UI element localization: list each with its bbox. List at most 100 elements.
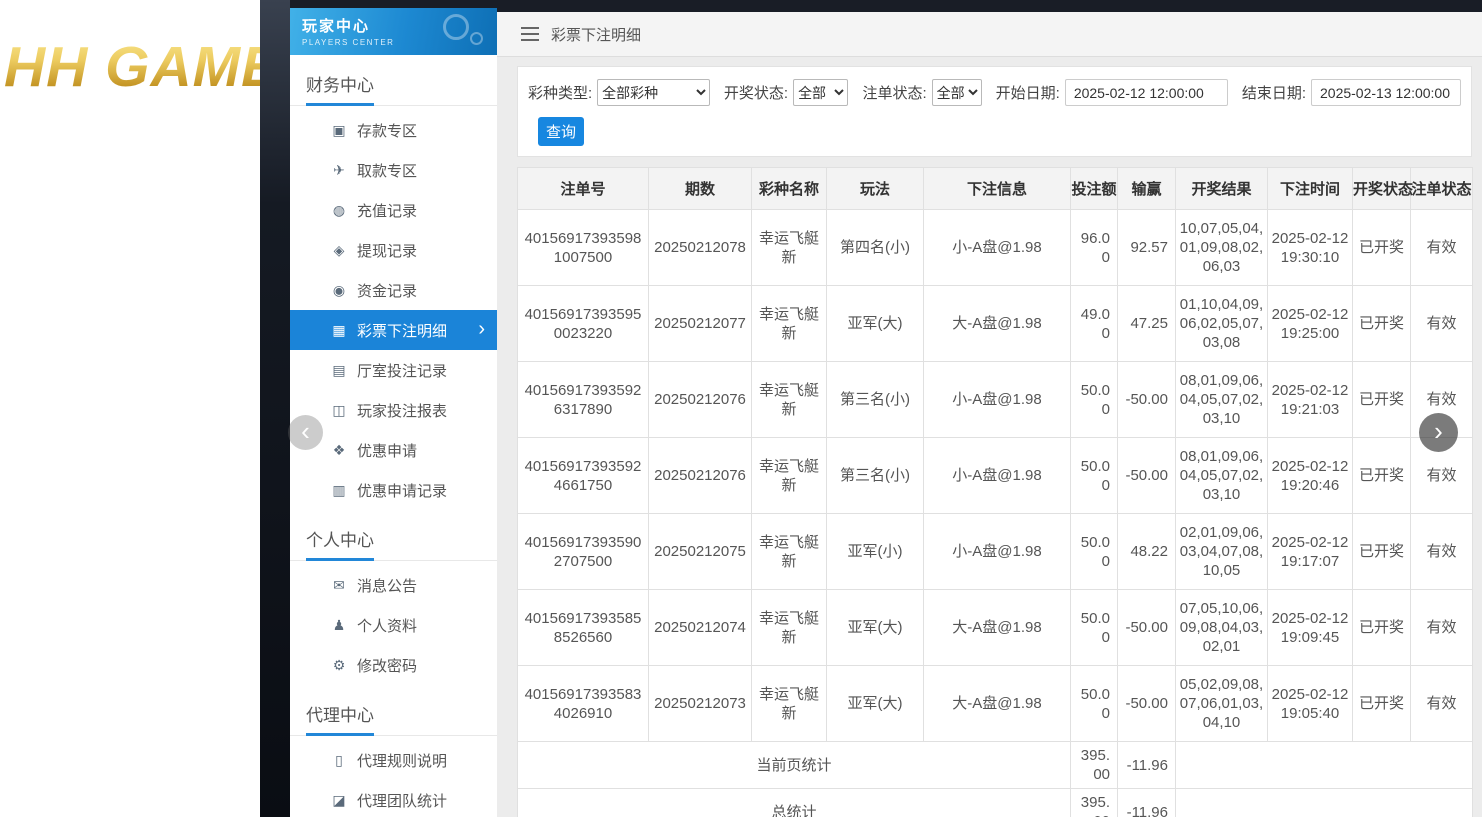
agent-rules-icon: ▯ <box>330 752 348 769</box>
page-summary-label: 当前页统计 <box>518 742 1071 789</box>
page-summary-empty <box>1176 742 1473 789</box>
table-cell: 2025-02-12 19:21:03 <box>1268 362 1353 438</box>
table-cell: 亚军(大) <box>827 590 924 666</box>
table-cell: 92.57 <box>1118 210 1176 286</box>
order-status-select[interactable]: 全部 <box>932 79 982 106</box>
column-header: 注单号 <box>518 168 649 210</box>
table-cell: 20250212076 <box>649 438 752 514</box>
start-date-input[interactable] <box>1065 79 1228 106</box>
column-header: 开奖状态 <box>1353 168 1411 210</box>
table-cell: 有效 <box>1411 514 1473 590</box>
sidebar-item-agent-rules[interactable]: ▯代理规则说明 <box>290 740 497 780</box>
brand-logo: HH GAME <box>4 34 260 100</box>
sidebar-item-label: 彩票下注明细 <box>357 320 447 341</box>
deposit-icon: ▣ <box>330 122 348 139</box>
chevron-right-icon: › <box>1434 418 1443 444</box>
sidebar-item-recharge-records[interactable]: ◍ 充值记录 <box>290 190 497 230</box>
content-area: 彩种类型: 全部彩种 开奖状态: 全部 注单状态: 全部 开始日期: <box>497 57 1482 817</box>
table-cell: 幸运飞艇新 <box>752 514 827 590</box>
total-summary-empty <box>1176 789 1473 817</box>
table-cell: 401569173935858526560 <box>518 590 649 666</box>
bubble-decoration-icon <box>470 32 483 45</box>
sidebar-item-promo-apply-records[interactable]: ▥优惠申请记录 <box>290 470 497 510</box>
sidebar-item-label: 充值记录 <box>357 200 417 221</box>
table-cell: 已开奖 <box>1353 514 1411 590</box>
table-cell: 幸运飞艇新 <box>752 286 827 362</box>
order-status-label: 注单状态: <box>862 82 926 103</box>
lottery-bet-details-icon: ▦ <box>330 322 348 339</box>
filter-row: 彩种类型: 全部彩种 开奖状态: 全部 注单状态: 全部 开始日期: <box>528 79 1461 106</box>
sidebar-item-hall-bet-records[interactable]: ▤厅室投注记录 <box>290 350 497 390</box>
table-cell: 已开奖 <box>1353 666 1411 742</box>
topbar: 彩票下注明细 <box>497 12 1482 57</box>
sidebar-item-deposit[interactable]: ▣ 存款专区 <box>290 110 497 150</box>
table-cell: 50.00 <box>1071 362 1118 438</box>
table-cell: 有效 <box>1411 590 1473 666</box>
chevron-right-icon: › <box>478 318 485 341</box>
sidebar-menu: 财务中心▣存款专区✈取款专区◍充值记录◈提现记录◉资金记录▦彩票下注明细›▤厅室… <box>290 71 497 817</box>
table-cell: 有效 <box>1411 210 1473 286</box>
total-summary-label: 总统计 <box>518 789 1071 817</box>
table-row: 40156917393598100750020250212078幸运飞艇新第四名… <box>518 210 1473 286</box>
promo-apply-records-icon: ▥ <box>330 482 348 499</box>
total-summary-winloss-total: -11.96 <box>1118 789 1176 817</box>
sidebar-item-label: 优惠申请 <box>357 440 417 461</box>
sidebar-item-agent-team-stats[interactable]: ◪代理团队统计 <box>290 780 497 817</box>
hall-bet-records-icon: ▤ <box>330 362 348 379</box>
draw-status-label: 开奖状态: <box>724 82 788 103</box>
table-cell: 小-A盘@1.98 <box>924 210 1071 286</box>
table-cell: 10,07,05,04,01,09,08,02,06,03 <box>1176 210 1268 286</box>
end-date-input[interactable] <box>1311 79 1461 106</box>
table-cell: 第三名(小) <box>827 362 924 438</box>
table-row: 40156917393583402691020250212073幸运飞艇新亚军(… <box>518 666 1473 742</box>
table-row: 40156917393590270750020250212075幸运飞艇新亚军(… <box>518 514 1473 590</box>
lottery-type-select[interactable]: 全部彩种 <box>597 79 710 106</box>
search-button[interactable]: 查询 <box>538 117 584 146</box>
sidebar-item-label: 代理团队统计 <box>357 790 447 811</box>
sidebar-item-lottery-bet-details[interactable]: ▦ 彩票下注明细 › <box>290 310 497 350</box>
table-cell: 2025-02-12 19:20:46 <box>1268 438 1353 514</box>
column-header: 注单状态 <box>1411 168 1473 210</box>
sidebar-item-label: 玩家投注报表 <box>357 400 447 421</box>
table-cell: -50.00 <box>1118 362 1176 438</box>
table-body: 40156917393598100750020250212078幸运飞艇新第四名… <box>518 210 1473 817</box>
sidebar-item-profile[interactable]: ♟个人资料 <box>290 605 497 645</box>
table-cell: 已开奖 <box>1353 210 1411 286</box>
sidebar: 玩家中心 PLAYERS CENTER 财务中心▣存款专区✈取款专区◍充值记录◈… <box>290 8 497 817</box>
table-row: 40156917393595002322020250212077幸运飞艇新亚军(… <box>518 286 1473 362</box>
table-cell: 已开奖 <box>1353 286 1411 362</box>
table-cell: 20250212077 <box>649 286 752 362</box>
table-cell: 小-A盘@1.98 <box>924 514 1071 590</box>
funds-records-icon: ◉ <box>330 282 348 299</box>
table-cell: 20250212074 <box>649 590 752 666</box>
expand-panel-arrow[interactable]: › <box>1419 413 1458 452</box>
filter-panel: 彩种类型: 全部彩种 开奖状态: 全部 注单状态: 全部 开始日期: <box>517 66 1472 157</box>
table-cell: 20250212073 <box>649 666 752 742</box>
player-bet-report-icon: ◫ <box>330 402 348 419</box>
change-password-icon: ⚙ <box>330 657 348 674</box>
sidebar-item-messages[interactable]: ✉消息公告 <box>290 565 497 605</box>
start-date-label: 开始日期: <box>996 82 1060 103</box>
page: HH GAME 玩家中心 PLAYERS CENTER 财务中心▣存款专区✈取款… <box>0 0 1482 817</box>
table-cell: 幸运飞艇新 <box>752 438 827 514</box>
sidebar-item-label: 资金记录 <box>357 280 417 301</box>
table-cell: 大-A盘@1.98 <box>924 286 1071 362</box>
table-cell: 亚军(大) <box>827 286 924 362</box>
sidebar-item-label: 存款专区 <box>357 120 417 141</box>
table-cell: 第四名(小) <box>827 210 924 286</box>
column-header: 投注额 <box>1071 168 1118 210</box>
sidebar-item-funds-records[interactable]: ◉ 资金记录 <box>290 270 497 310</box>
menu-toggle-icon[interactable] <box>521 27 539 41</box>
sidebar-item-withdraw[interactable]: ✈取款专区 <box>290 150 497 190</box>
table-cell: 大-A盘@1.98 <box>924 666 1071 742</box>
table-cell: 已开奖 <box>1353 362 1411 438</box>
lottery-type-label: 彩种类型: <box>528 82 592 103</box>
sidebar-item-cashout-records[interactable]: ◈提现记录 <box>290 230 497 270</box>
table-cell: 2025-02-12 19:25:00 <box>1268 286 1353 362</box>
sidebar-item-change-password[interactable]: ⚙修改密码 <box>290 645 497 685</box>
draw-status-select[interactable]: 全部 <box>793 79 848 106</box>
cashout-records-icon: ◈ <box>330 242 348 259</box>
collapse-sidebar-arrow[interactable]: ‹ <box>288 415 323 450</box>
recharge-records-icon: ◍ <box>330 202 348 219</box>
table-cell: 小-A盘@1.98 <box>924 362 1071 438</box>
